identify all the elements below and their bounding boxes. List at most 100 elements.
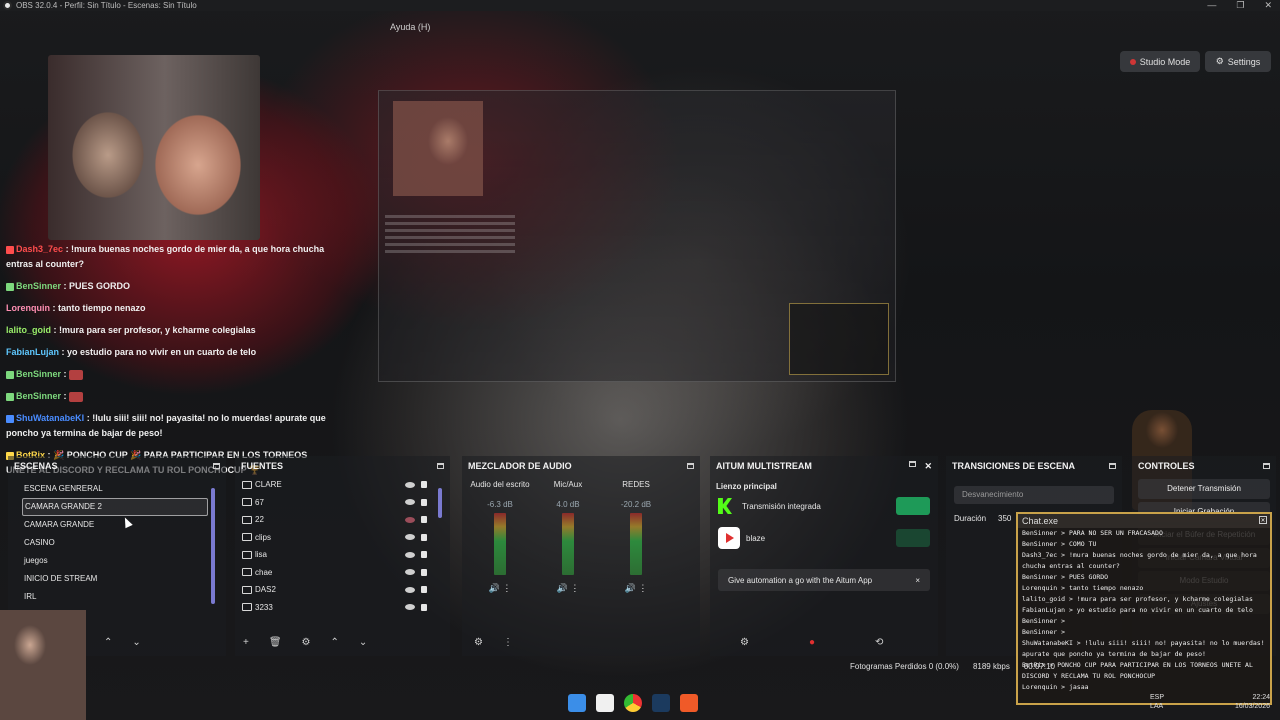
visibility-eye-icon[interactable]: [405, 586, 415, 593]
visibility-eye-icon[interactable]: [405, 499, 415, 506]
visibility-eye-icon[interactable]: [405, 516, 415, 523]
source-name: 22: [255, 515, 264, 525]
notepad-icon[interactable]: [596, 694, 614, 712]
scenes-toolbar: ⌃ ⌄: [104, 637, 141, 648]
source-row[interactable]: 3233: [235, 599, 450, 617]
steam-icon[interactable]: [652, 694, 670, 712]
visibility-eye-icon[interactable]: [405, 604, 415, 611]
source-row[interactable]: 22: [235, 511, 450, 529]
source-row[interactable]: chae: [235, 564, 450, 582]
close-dock-icon[interactable]: ✕: [924, 461, 932, 472]
blaze-logo-icon: [718, 527, 740, 549]
source-row[interactable]: 67: [235, 494, 450, 512]
scene-item[interactable]: CAMARA GRANDE: [22, 516, 208, 534]
mixer-menu-icon[interactable]: ⋮: [503, 637, 513, 648]
undock-icon[interactable]: [213, 463, 220, 469]
scene-item[interactable]: CASINO: [22, 534, 208, 552]
close-icon[interactable]: ✕: [1259, 516, 1267, 524]
volume-meter[interactable]: [630, 513, 642, 575]
control-button[interactable]: Detener Transmisión: [1138, 479, 1270, 499]
visibility-eye-icon[interactable]: [405, 481, 415, 488]
lock-icon[interactable]: [421, 481, 427, 489]
image-source-icon: [242, 585, 252, 594]
maximize-button[interactable]: ❐: [1236, 0, 1244, 10]
mixer-settings-icon[interactable]: ⚙: [474, 637, 483, 648]
record-dot-icon[interactable]: ●: [809, 637, 815, 648]
lock-icon[interactable]: [421, 516, 427, 524]
move-up-icon[interactable]: ⌃: [331, 637, 339, 648]
volume-meter[interactable]: [494, 513, 506, 575]
speaker-icon[interactable]: 🔊 ⋮: [536, 583, 600, 594]
move-down-icon[interactable]: ⌄: [132, 637, 140, 648]
scenes-scrollbar[interactable]: [211, 488, 215, 604]
chat-username: lalito_goid: [6, 325, 51, 335]
system-clock[interactable]: 22:24 16/03/2026: [1235, 693, 1270, 711]
source-row[interactable]: clips: [235, 529, 450, 547]
undock-icon[interactable]: [1263, 463, 1270, 469]
chat-message: ShuWatanabeKI : !lulu siii! siii! no! pa…: [6, 411, 336, 441]
output-toggle-button[interactable]: [896, 529, 930, 547]
lock-icon[interactable]: [421, 603, 427, 611]
output-row-integrated: Transmisión integrada: [710, 491, 938, 521]
move-up-icon[interactable]: ⌃: [104, 637, 112, 648]
undock-icon[interactable]: [1109, 463, 1116, 469]
add-source-icon[interactable]: +: [243, 637, 249, 648]
undock-icon[interactable]: [687, 463, 694, 469]
chat-username: BenSinner: [16, 391, 62, 401]
output-name: blaze: [746, 533, 766, 543]
language-indicator[interactable]: ESP LAA: [1150, 693, 1164, 711]
automation-text[interactable]: Give automation a go with the Aitum App: [728, 576, 872, 585]
title-bar: OBS 32.0.4 - Perfil: Sin Título - Escena…: [0, 0, 1280, 11]
aitum-dock: AITUM MULTISTREAM ✕ Lienzo principal Tra…: [710, 456, 938, 656]
chat-badge-icon: [6, 392, 14, 401]
lock-icon[interactable]: [421, 568, 427, 576]
lock-icon[interactable]: [421, 533, 427, 541]
image-source-icon: [242, 515, 252, 524]
channel-db: 4.0 dB: [556, 500, 580, 509]
duration-input[interactable]: 350: [998, 514, 1011, 523]
speaker-icon[interactable]: 🔊 ⋮: [604, 583, 668, 594]
aitum-settings-icon[interactable]: ⚙: [740, 637, 749, 648]
studio-mode-label: Studio Mode: [1139, 56, 1191, 67]
undock-icon[interactable]: [437, 463, 444, 469]
settings-button[interactable]: ⚙ Settings: [1205, 51, 1271, 72]
close-button[interactable]: ✕: [1264, 0, 1272, 10]
chat-text: : !mura para ser profesor, y kcharme col…: [53, 325, 256, 335]
kick-logo-icon: [718, 498, 732, 514]
chat-message: Lorenquin : tanto tiempo nenazo: [6, 301, 336, 316]
windows-start-icon[interactable]: [568, 694, 586, 712]
remove-source-icon[interactable]: 🗑: [269, 637, 282, 648]
scene-item[interactable]: juegos: [22, 552, 208, 570]
sources-scrollbar[interactable]: [438, 488, 442, 518]
dismiss-button[interactable]: ×: [915, 576, 920, 585]
lock-icon[interactable]: [421, 498, 427, 506]
volume-meter[interactable]: [562, 513, 574, 575]
chat-message: BenSinner :: [6, 367, 336, 382]
undock-icon[interactable]: [909, 460, 917, 467]
scene-item[interactable]: INICIO DE STREAM: [22, 570, 208, 588]
lock-icon[interactable]: [421, 551, 427, 559]
visibility-eye-icon[interactable]: [405, 534, 415, 541]
visibility-eye-icon[interactable]: [405, 551, 415, 558]
speaker-icon[interactable]: 🔊 ⋮: [468, 583, 532, 594]
source-row[interactable]: lisa: [235, 546, 450, 564]
scene-item[interactable]: IRL: [22, 588, 208, 606]
chrome-icon[interactable]: [624, 694, 642, 712]
source-row[interactable]: CLARE: [235, 476, 450, 494]
scene-item[interactable]: ESCENA GENRERAL: [22, 480, 208, 498]
visibility-eye-icon[interactable]: [405, 569, 415, 576]
menu-help[interactable]: Ayuda (H): [390, 22, 430, 32]
source-list: CLARE 67 22 clips lisa chae DAS2 3233: [235, 476, 450, 616]
chat-username: FabianLujan: [6, 347, 60, 357]
source-properties-icon[interactable]: ⚙: [302, 637, 311, 648]
brave-icon[interactable]: [680, 694, 698, 712]
studio-mode-button[interactable]: Studio Mode: [1120, 51, 1200, 72]
output-toggle-button[interactable]: [896, 497, 930, 515]
move-down-icon[interactable]: ⌄: [359, 637, 367, 648]
transition-select[interactable]: Desvanecimiento: [954, 486, 1114, 504]
refresh-icon[interactable]: ⟲: [875, 637, 883, 648]
scene-item[interactable]: CAMARA GRANDE 2: [22, 498, 208, 516]
source-row[interactable]: DAS2: [235, 581, 450, 599]
lock-icon[interactable]: [421, 586, 427, 594]
minimize-button[interactable]: —: [1207, 0, 1216, 10]
